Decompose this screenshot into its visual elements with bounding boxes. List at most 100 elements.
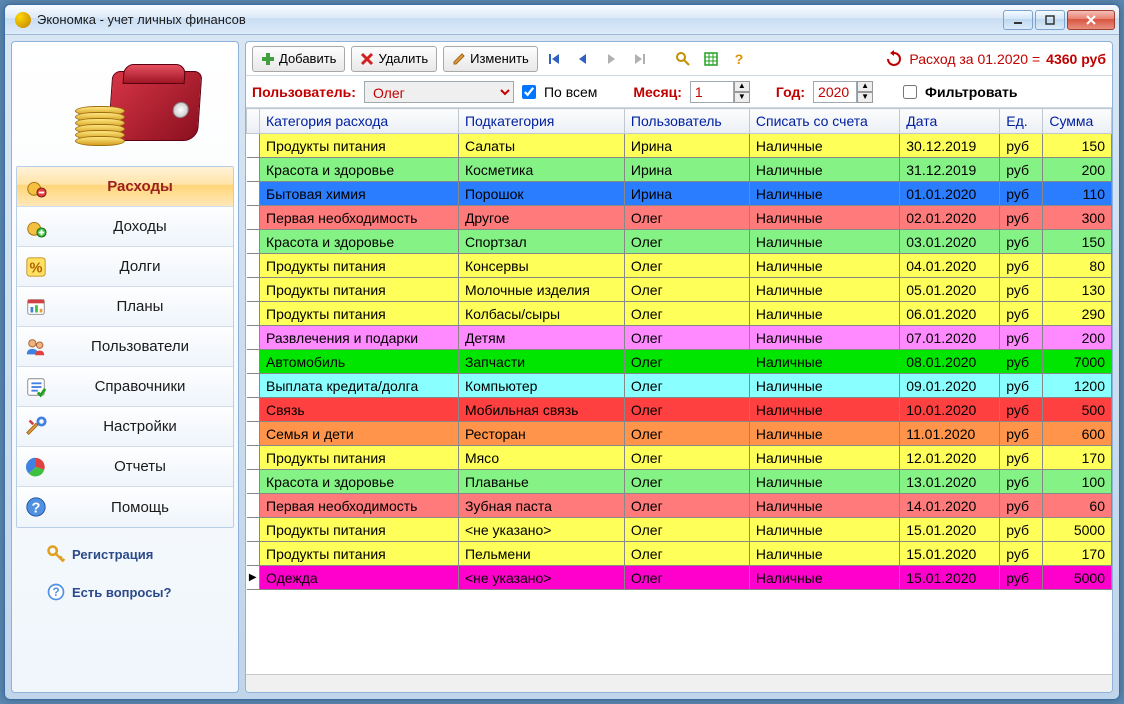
cell-user: Ирина xyxy=(624,182,749,206)
all-checkbox[interactable] xyxy=(522,85,536,99)
table-row[interactable]: Продукты питанияКонсервыОлегНаличные04.0… xyxy=(247,254,1112,278)
cell-sub: Зубная паста xyxy=(458,494,624,518)
month-input[interactable] xyxy=(690,81,734,103)
table-row[interactable]: Выплата кредита/долгаКомпьютерОлегНаличн… xyxy=(247,374,1112,398)
col-sum[interactable]: Сумма xyxy=(1043,109,1112,134)
cell-acc: Наличные xyxy=(749,350,899,374)
svg-text:?: ? xyxy=(52,586,59,599)
cell-category: Красота и здоровье xyxy=(260,230,459,254)
nav-references[interactable]: Справочники xyxy=(17,367,233,407)
coins-icon xyxy=(75,110,125,146)
nav-debts[interactable]: % Долги xyxy=(17,247,233,287)
cell-sum: 200 xyxy=(1043,326,1112,350)
next-button[interactable] xyxy=(600,48,622,70)
cell-sub: Ресторан xyxy=(458,422,624,446)
year-label: Год: xyxy=(776,84,805,100)
first-button[interactable] xyxy=(544,48,566,70)
user-select[interactable]: Олег xyxy=(364,81,514,103)
cell-user: Олег xyxy=(624,302,749,326)
help-button[interactable]: ? xyxy=(728,48,750,70)
year-up[interactable]: ▲ xyxy=(857,81,873,92)
register-link[interactable]: Регистрация xyxy=(46,544,234,564)
cell-category: Бытовая химия xyxy=(260,182,459,206)
col-unit[interactable]: Ед. xyxy=(1000,109,1043,134)
month-up[interactable]: ▲ xyxy=(734,81,750,92)
grid-wrap[interactable]: Категория расхода Подкатегория Пользоват… xyxy=(246,108,1112,674)
cell-sum: 100 xyxy=(1043,470,1112,494)
cell-sum: 7000 xyxy=(1043,350,1112,374)
questions-link[interactable]: ? Есть вопросы? xyxy=(46,582,234,602)
table-row[interactable]: Первая необходимостьДругоеОлегНаличные02… xyxy=(247,206,1112,230)
table-row[interactable]: Первая необходимостьЗубная пастаОлегНали… xyxy=(247,494,1112,518)
cell-date: 04.01.2020 xyxy=(900,254,1000,278)
table-row[interactable]: ▶Одежда<не указано>ОлегНаличные15.01.202… xyxy=(247,566,1112,590)
search-button[interactable] xyxy=(672,48,694,70)
nav-label: Долги xyxy=(55,258,225,275)
col-category[interactable]: Категория расхода xyxy=(260,109,459,134)
user-label: Пользователь: xyxy=(252,84,356,100)
cell-unit: руб xyxy=(1000,350,1043,374)
table-row[interactable]: Продукты питания<не указано>ОлегНаличные… xyxy=(247,518,1112,542)
col-subcategory[interactable]: Подкатегория xyxy=(458,109,624,134)
last-button[interactable] xyxy=(628,48,650,70)
nav-label: Пользователи xyxy=(55,338,225,355)
table-row[interactable]: Продукты питанияМясоОлегНаличные12.01.20… xyxy=(247,446,1112,470)
sidebar: Расходы Доходы % Долги Планы Пользовател… xyxy=(11,41,239,693)
table-row[interactable]: Продукты питанияКолбасы/сырыОлегНаличные… xyxy=(247,302,1112,326)
col-account[interactable]: Списать со счета xyxy=(749,109,899,134)
export-button[interactable] xyxy=(700,48,722,70)
cell-user: Ирина xyxy=(624,134,749,158)
table-row[interactable]: Красота и здоровьеКосметикаИринаНаличные… xyxy=(247,158,1112,182)
cell-sum: 150 xyxy=(1043,134,1112,158)
table-row[interactable]: АвтомобильЗапчастиОлегНаличные08.01.2020… xyxy=(247,350,1112,374)
delete-label: Удалить xyxy=(378,51,428,66)
maximize-button[interactable] xyxy=(1035,10,1065,30)
table-row[interactable]: Продукты питанияМолочные изделияОлегНали… xyxy=(247,278,1112,302)
nav-expenses[interactable]: Расходы xyxy=(17,167,233,207)
delete-button[interactable]: Удалить xyxy=(351,46,437,72)
main-panel: Добавить Удалить Изменить ? xyxy=(245,41,1113,693)
nav-reports[interactable]: Отчеты xyxy=(17,447,233,487)
table-row[interactable]: СвязьМобильная связьОлегНаличные10.01.20… xyxy=(247,398,1112,422)
cell-user: Олег xyxy=(624,446,749,470)
cell-category: Продукты питания xyxy=(260,302,459,326)
table-row[interactable]: Продукты питанияПельмениОлегНаличные15.0… xyxy=(247,542,1112,566)
nav-users[interactable]: Пользователи xyxy=(17,327,233,367)
col-user[interactable]: Пользователь xyxy=(624,109,749,134)
sidebar-logo xyxy=(16,46,234,166)
cell-acc: Наличные xyxy=(749,182,899,206)
prev-button[interactable] xyxy=(572,48,594,70)
cell-sub: <не указано> xyxy=(458,566,624,590)
cell-sum: 500 xyxy=(1043,398,1112,422)
register-label: Регистрация xyxy=(72,547,153,562)
nav-income[interactable]: Доходы xyxy=(17,207,233,247)
edit-button[interactable]: Изменить xyxy=(443,46,538,72)
cell-category: Связь xyxy=(260,398,459,422)
close-button[interactable] xyxy=(1067,10,1115,30)
cell-date: 14.01.2020 xyxy=(900,494,1000,518)
table-row[interactable]: Бытовая химияПорошокИринаНаличные01.01.2… xyxy=(247,182,1112,206)
table-row[interactable]: Продукты питанияСалатыИринаНаличные30.12… xyxy=(247,134,1112,158)
all-label: По всем xyxy=(544,84,597,100)
nav-help[interactable]: ? Помощь xyxy=(17,487,233,527)
month-down[interactable]: ▼ xyxy=(734,92,750,103)
nav-plans[interactable]: Планы xyxy=(17,287,233,327)
cell-date: 06.01.2020 xyxy=(900,302,1000,326)
edit-label: Изменить xyxy=(470,51,529,66)
nav-settings[interactable]: Настройки xyxy=(17,407,233,447)
cell-sum: 60 xyxy=(1043,494,1112,518)
table-row[interactable]: Развлечения и подаркиДетямОлегНаличные07… xyxy=(247,326,1112,350)
year-input[interactable] xyxy=(813,81,857,103)
table-row[interactable]: Красота и здоровьеСпортзалОлегНаличные03… xyxy=(247,230,1112,254)
table-row[interactable]: Семья и детиРесторанОлегНаличные11.01.20… xyxy=(247,422,1112,446)
minimize-button[interactable] xyxy=(1003,10,1033,30)
col-date[interactable]: Дата xyxy=(900,109,1000,134)
nav-label: Расходы xyxy=(55,178,225,195)
cell-acc: Наличные xyxy=(749,542,899,566)
cell-user: Олег xyxy=(624,374,749,398)
year-down[interactable]: ▼ xyxy=(857,92,873,103)
add-button[interactable]: Добавить xyxy=(252,46,345,72)
filter-checkbox[interactable] xyxy=(903,85,917,99)
table-row[interactable]: Красота и здоровьеПлаваньеОлегНаличные13… xyxy=(247,470,1112,494)
h-scrollbar[interactable] xyxy=(246,674,1112,692)
